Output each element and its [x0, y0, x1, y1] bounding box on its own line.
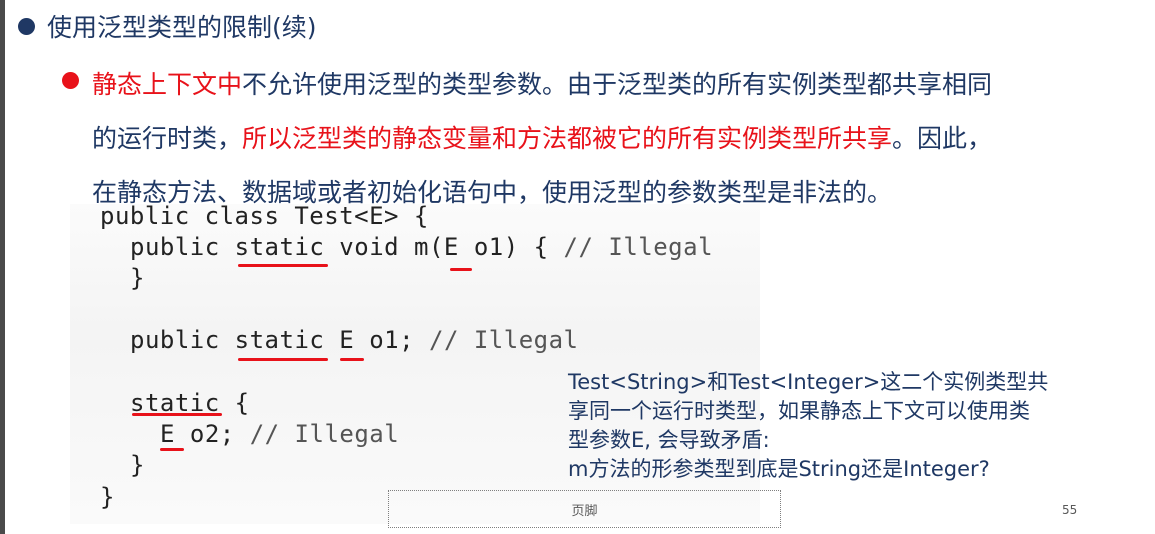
note-line-3: 型参数E, 会导致矛盾:	[568, 428, 770, 452]
slide-title: 使用泛型类型的限制(续)	[18, 6, 317, 46]
code-line-4-code: public static E o1;	[130, 326, 415, 354]
code-line-2-code: public static void m(E o1) {	[130, 233, 549, 261]
code-line-2: public static void m(E o1) { // Illegal	[130, 233, 713, 261]
body-paragraph: 静态上下文中不允许使用泛型的类型参数。由于泛型类的所有实例类型都共享相同 的运行…	[62, 58, 1147, 220]
footer-placeholder[interactable]: 页脚	[388, 490, 781, 528]
underline-e-2	[340, 358, 364, 361]
code-line-4-comment: // Illegal	[429, 326, 579, 354]
code-line-6-comment: // Illegal	[249, 420, 400, 448]
explanation-note: Test<String>和Test<Integer>这二个实例类型共 享同一个运…	[568, 368, 1128, 484]
highlight-static-context: 静态上下文中	[92, 70, 243, 99]
bullet-dot-icon	[18, 17, 35, 35]
paragraph-line-2-pre: 的运行时类，	[92, 124, 243, 153]
code-line-7: }	[130, 451, 145, 479]
note-line-4: m方法的形参类型到底是String还是Integer?	[568, 457, 990, 481]
red-bullet-icon	[62, 72, 79, 89]
underline-static-3	[132, 413, 222, 416]
footer-text: 页脚	[571, 503, 598, 519]
paragraph-line-2-post: 。因此，	[892, 124, 993, 153]
paragraph-line-1-text: 不允许使用泛型的类型参数。由于泛型类的所有实例类型都共享相同	[242, 70, 993, 99]
slide-title-text: 使用泛型类型的限制(续)	[47, 13, 317, 42]
underline-e-3	[160, 448, 184, 451]
underline-e-1	[450, 268, 472, 271]
highlight-shared-statics: 所以泛型类的静态变量和方法都被它的所有实例类型所共享	[242, 124, 893, 153]
code-line-8: }	[100, 483, 115, 511]
paragraph-line-2: 的运行时类，所以泛型类的静态变量和方法都被它的所有实例类型所共享。因此，	[62, 112, 1147, 166]
paragraph-line-1: 静态上下文中不允许使用泛型的类型参数。由于泛型类的所有实例类型都共享相同	[62, 58, 1147, 112]
underline-static-2	[238, 358, 328, 361]
slide-left-border	[0, 0, 5, 534]
code-line-1: public class Test<E> {	[100, 202, 429, 230]
underline-static-1	[238, 264, 328, 267]
code-line-4: public static E o1; // Illegal	[130, 326, 579, 354]
note-line-1: Test<String>和Test<Integer>这二个实例类型共	[568, 370, 1049, 394]
note-line-2: 享同一个运行时类型，如果静态上下文可以使用类	[568, 399, 1030, 423]
code-line-2-comment: // Illegal	[563, 233, 714, 261]
code-line-3: }	[130, 264, 145, 292]
code-line-6-code: E o2;	[160, 420, 235, 448]
page-number: 55	[1062, 503, 1078, 517]
code-line-6: E o2; // Illegal	[160, 420, 399, 448]
